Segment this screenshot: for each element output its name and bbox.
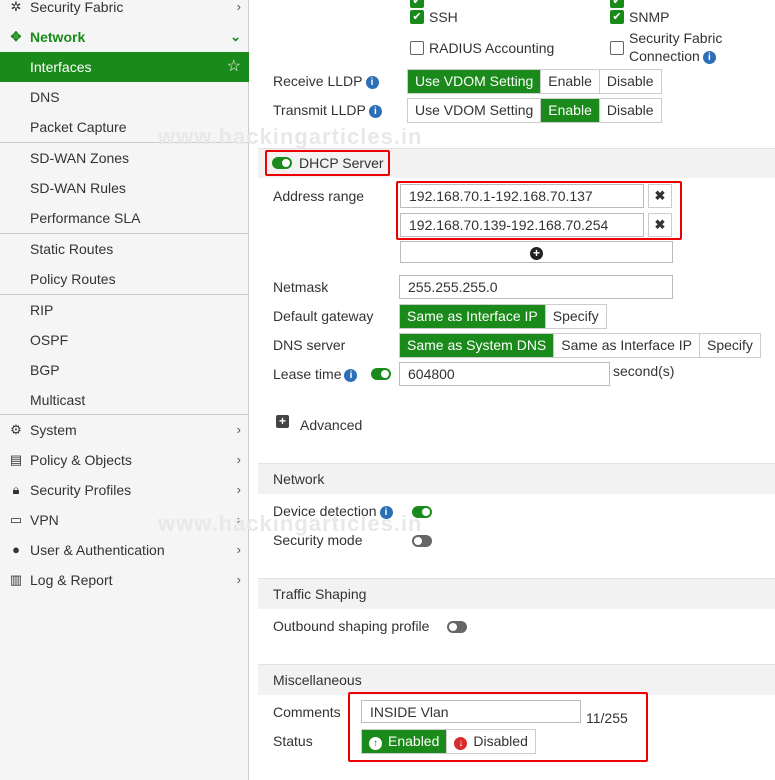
default-gateway-label: Default gateway [273,308,374,324]
sidebar-item-ospf[interactable]: OSPF [0,325,249,355]
sidebar-item-policy-objects[interactable]: ▤ Policy & Objects › [0,445,249,475]
add-range-button[interactable]: + [400,241,673,263]
dns-same-as-system[interactable]: Same as System DNS [400,334,555,357]
outbound-shaping-label: Outbound shaping profile [273,618,430,634]
highlight-box [265,150,390,176]
info-icon[interactable]: i [368,104,382,118]
laptop-icon: ▭ [9,512,23,527]
network-icon: ✥ [10,29,22,44]
sidebar-item-multicast[interactable]: Multicast [0,385,249,415]
radius-accounting-checkbox[interactable] [410,41,424,55]
transmit-lldp-disable[interactable]: Disable [599,99,661,122]
lease-time-label: Lease time i [273,363,358,385]
sidebar-item-policy-routes[interactable]: Policy Routes [0,264,249,294]
gear-icon: ⚙ [10,422,22,437]
outbound-shaping-toggle[interactable] [447,621,467,633]
gateway-specify[interactable]: Specify [545,305,606,328]
ssh-label: SSH [429,9,458,25]
advanced-expand-button[interactable]: + [276,415,289,428]
info-icon[interactable]: i [344,368,358,382]
checkbox-cut[interactable]: ✔ [410,0,424,8]
dns-server-toggle-group: Same as System DNS Same as Interface IP … [399,333,761,358]
main-panel: www.hackingarticles.in www.hackingarticl… [158,0,775,780]
chevron-right-icon: › [236,452,241,467]
plus-circle-icon: + [530,247,543,260]
info-icon[interactable]: i [365,75,379,89]
receive-lldp-enable[interactable]: Enable [541,70,600,93]
network-section-title: Network [273,471,325,487]
sidebar-item-rip[interactable]: RIP [0,295,249,325]
dns-same-as-interface[interactable]: Same as Interface IP [554,334,700,357]
dns-specify[interactable]: Specify [700,334,760,357]
sidebar-item-system[interactable]: ⚙ System › [0,415,249,445]
advanced-label[interactable]: Advanced [300,414,362,436]
sidebar-item-security-fabric[interactable]: ✲ Security Fabric › [0,0,249,22]
highlight-box [348,692,648,762]
snmp-checkbox[interactable]: ✔ [610,10,624,24]
chevron-right-icon: › [236,0,241,14]
info-icon[interactable]: i [702,50,716,64]
default-gateway-toggle-group: Same as Interface IP Specify [399,304,607,329]
chevron-right-icon: › [236,572,241,587]
netmask-label: Netmask [273,279,329,295]
security-fabric-connection-checkbox[interactable] [610,41,624,55]
snmp-label: SNMP [629,9,670,25]
highlight-box [396,181,682,240]
receive-lldp-label: Receive LLDP i [273,70,379,92]
watermark: www.hackingarticles.in [158,124,423,149]
radius-accounting-label: RADIUS Accounting [429,40,555,56]
sidebar: ✲ Security Fabric › ✥ Network ⌄ Interfac… [0,0,249,780]
transmit-lldp-label: Transmit LLDP i [273,99,382,121]
security-fabric-connection-label: Security Fabric Connection i [629,30,723,64]
security-mode-toggle[interactable] [412,535,432,547]
plus-square-icon: + [278,414,286,428]
address-range-label: Address range [273,188,365,204]
checkbox-cut[interactable]: ✔ [610,0,624,8]
sidebar-item-dns[interactable]: DNS [0,82,249,112]
sidebar-item-interfaces[interactable]: Interfaces ☆ [0,52,249,82]
status-label: Status [273,733,313,749]
user-icon: ● [12,542,20,557]
comments-label: Comments [273,704,341,720]
lease-time-toggle[interactable] [371,368,391,380]
device-detection-label: Device detection i [273,500,393,522]
device-detection-toggle[interactable] [412,506,432,518]
sidebar-item-sdwan-rules[interactable]: SD-WAN Rules [0,173,249,203]
lease-time-unit: second(s) [613,363,675,379]
traffic-shaping-title: Traffic Shaping [273,586,367,602]
ssh-checkbox[interactable]: ✔ [410,10,424,24]
sidebar-item-user-auth[interactable]: ● User & Authentication › [0,535,249,565]
sidebar-item-log-report[interactable]: ▥ Log & Report › [0,565,249,595]
receive-lldp-toggle-group: Use VDOM Setting Enable Disable [407,69,662,94]
dns-server-label: DNS server [273,337,346,353]
netmask-input[interactable]: 255.255.255.0 [399,275,673,299]
lock-icon: 🔒︎ [12,482,20,497]
misc-section-header: Miscellaneous [258,664,775,695]
sidebar-item-network[interactable]: ✥ Network ⌄ [0,22,249,52]
security-mode-label: Security mode [273,532,363,548]
lease-time-input[interactable]: 604800 [399,362,610,386]
gateway-same-as-interface[interactable]: Same as Interface IP [400,305,546,328]
chevron-down-icon: ⌄ [230,29,241,44]
fabric-icon: ✲ [10,0,22,14]
chevron-right-icon: › [236,542,241,557]
sidebar-item-bgp[interactable]: BGP [0,355,249,385]
traffic-shaping-section-header: Traffic Shaping [258,578,775,609]
receive-lldp-use-vdom[interactable]: Use VDOM Setting [408,70,542,93]
info-icon[interactable]: i [379,505,393,519]
star-icon[interactable]: ☆ [227,52,241,82]
chevron-right-icon: › [236,482,241,497]
transmit-lldp-toggle-group: Use VDOM Setting Enable Disable [407,98,662,123]
chart-icon: ▥ [9,572,23,587]
network-section-header: Network [258,463,775,494]
sidebar-item-security-profiles[interactable]: 🔒︎ Security Profiles › [0,475,249,505]
sidebar-item-static-routes[interactable]: Static Routes [0,234,249,264]
transmit-lldp-enable[interactable]: Enable [541,99,600,122]
transmit-lldp-use-vdom[interactable]: Use VDOM Setting [408,99,542,122]
policy-icon: ▤ [9,452,23,467]
sidebar-item-performance-sla[interactable]: Performance SLA [0,203,249,233]
chevron-right-icon: › [236,422,241,437]
receive-lldp-disable[interactable]: Disable [599,70,661,93]
